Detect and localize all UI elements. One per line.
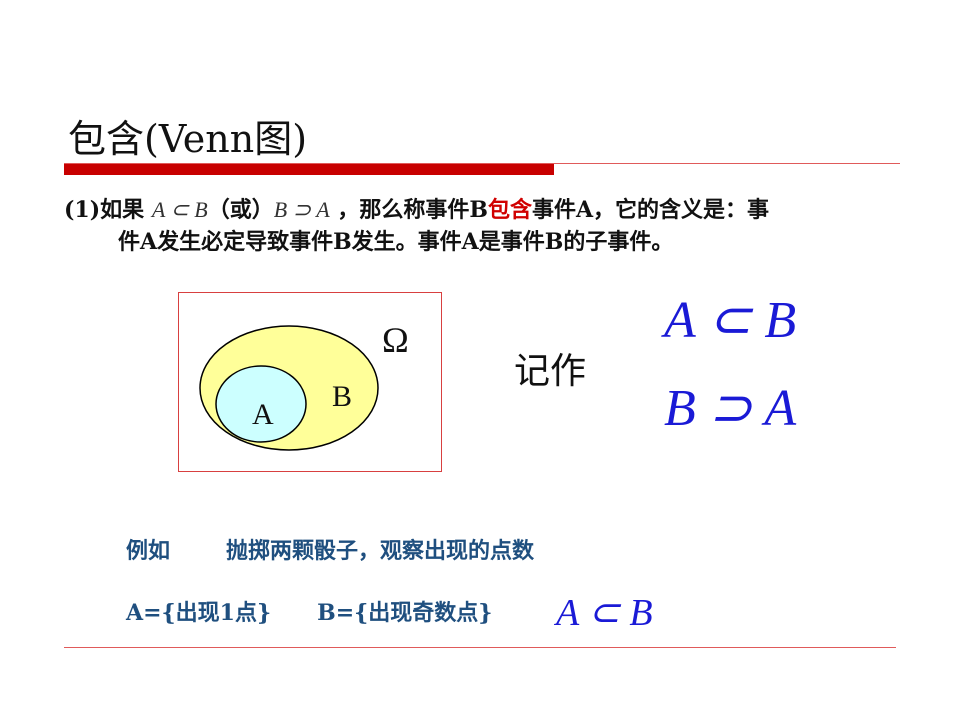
sets-line: A={出现1点} B={出现奇数点} [126, 595, 492, 627]
bottom-rule [64, 647, 896, 648]
venn-label-omega: Ω [382, 320, 409, 360]
venn-label-a: A [252, 398, 274, 431]
definition-expr-subset: A ⊂ B [151, 197, 208, 222]
definition-highlight: 包含 [487, 197, 532, 223]
slide-title: 包含(Venn图) [68, 117, 308, 161]
example-text: 抛掷两颗骰子，观察出现的点数 [226, 538, 535, 564]
venn-label-b: B [332, 380, 352, 413]
notation-subset: A ⊂ B [664, 292, 797, 349]
definition-expr-superset: B ⊃ A [273, 197, 330, 222]
notation-label: 记作 [514, 351, 587, 392]
definition-part2: 事件A，它的含义是：事 [531, 197, 770, 223]
venn-diagram: A B Ω [199, 320, 409, 451]
notation-superset: B ⊃ A [664, 380, 797, 437]
definition-or: （或） [207, 197, 274, 223]
definition-marker: (1)如果 [64, 197, 145, 223]
example-line: 例如 抛掷两颗骰子，观察出现的点数 [126, 533, 534, 565]
title-accent-bar [64, 164, 554, 175]
definition-part1: ，那么称事件B [337, 197, 488, 223]
definition-paragraph: (1)如果 A ⊂ B（或）B ⊃ A ，那么称事件B包含事件A，它的含义是：事… [64, 194, 904, 258]
definition-line2: 件A发生必定导致事件B发生。事件A是事件B的子事件。 [118, 229, 674, 255]
example-label: 例如 [126, 538, 171, 564]
set-b: B={出现奇数点} [317, 600, 493, 626]
set-a: A={出现1点} [126, 600, 272, 626]
sets-relation: A ⊂ B [556, 592, 653, 634]
